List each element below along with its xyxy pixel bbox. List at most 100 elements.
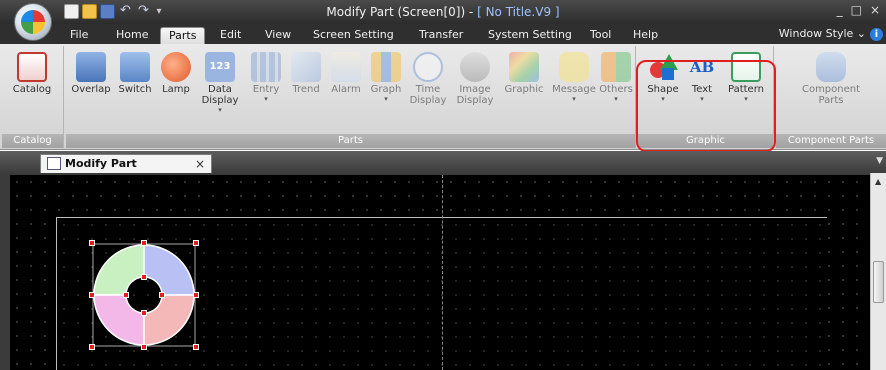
- lamp-button[interactable]: Lamp: [158, 48, 194, 95]
- message-button[interactable]: Message ▾: [550, 48, 598, 103]
- graph-arrow: ▾: [384, 95, 388, 103]
- inner-handle[interactable]: [159, 292, 165, 298]
- alarm-icon: [331, 52, 361, 82]
- catalog-icon: [17, 52, 47, 82]
- data-display-label: Data: [208, 84, 232, 95]
- alarm-button[interactable]: Alarm: [328, 48, 364, 95]
- tab-edit[interactable]: Edit: [212, 27, 249, 44]
- catalog-label: Catalog: [12, 84, 52, 95]
- maximize-button[interactable]: □: [851, 3, 862, 17]
- trend-label: Trend: [292, 84, 320, 95]
- lamp-label: Lamp: [162, 84, 190, 95]
- time-display-button[interactable]: Time Display: [406, 48, 450, 106]
- graphic-icon: [509, 52, 539, 82]
- tab-list-icon[interactable]: ▼: [876, 156, 883, 166]
- window-title-prefix: Modify Part (Screen[0]) -: [326, 5, 478, 19]
- tab-parts[interactable]: Parts: [160, 27, 206, 44]
- image-display-label: Image: [459, 84, 491, 95]
- window-title: Modify Part (Screen[0]) - [ No Title.V9 …: [0, 5, 886, 19]
- graph-button[interactable]: Graph ▾: [368, 48, 404, 103]
- window-controls: _ □ ×: [837, 3, 880, 17]
- others-button[interactable]: Others ▾: [598, 48, 634, 103]
- resize-handle[interactable]: [193, 240, 199, 246]
- vertical-scrollbar[interactable]: ▲: [870, 173, 886, 370]
- resize-handle[interactable]: [193, 292, 199, 298]
- trend-icon: [291, 52, 321, 82]
- others-label: Others: [599, 84, 633, 95]
- data-display-button[interactable]: 123 Data Display ▾: [196, 48, 244, 114]
- document-tab[interactable]: Modify Part (Screen[0]) ×: [40, 154, 212, 188]
- graph-label: Graph: [370, 84, 402, 95]
- scroll-thumb[interactable]: [873, 261, 884, 303]
- minimize-button[interactable]: _: [837, 3, 843, 17]
- scroll-up-icon[interactable]: ▲: [875, 177, 881, 186]
- others-icon: [601, 52, 631, 82]
- resize-handle[interactable]: [141, 344, 147, 350]
- application-menu-button[interactable]: [14, 3, 52, 41]
- image-display-button[interactable]: Image Display: [452, 48, 498, 106]
- app-logo-icon: [21, 10, 45, 34]
- group-label-component-parts: Component Parts: [776, 134, 886, 148]
- tab-tool[interactable]: Tool: [582, 27, 619, 44]
- entry-icon: [251, 52, 281, 82]
- catalog-button[interactable]: Catalog: [2, 48, 62, 95]
- screen-editor-canvas[interactable]: [10, 175, 870, 370]
- donut-segment-bottom-left: [93, 294, 145, 346]
- graph-icon: [371, 52, 401, 82]
- help-icon[interactable]: i: [870, 28, 883, 41]
- graphic-group-highlight: [636, 60, 776, 152]
- entry-arrow: ▾: [264, 95, 268, 103]
- tab-system-setting[interactable]: System Setting: [480, 27, 580, 44]
- switch-label: Switch: [118, 84, 152, 95]
- window-style-menu[interactable]: Window Style ⌄: [779, 27, 866, 40]
- close-tab-icon[interactable]: ×: [195, 155, 205, 173]
- resize-handle[interactable]: [141, 240, 147, 246]
- resize-handle[interactable]: [89, 292, 95, 298]
- inner-handle[interactable]: [141, 310, 147, 316]
- donut-segment-top-left: [93, 244, 145, 296]
- tab-view[interactable]: View: [257, 27, 299, 44]
- screen-icon: [47, 157, 61, 170]
- close-button[interactable]: ×: [870, 3, 880, 17]
- center-guide-line: [442, 175, 443, 370]
- tab-screen-setting[interactable]: Screen Setting: [305, 27, 402, 44]
- ribbon-group-catalog: Catalog Catalog: [2, 46, 64, 148]
- graphic-button[interactable]: Graphic: [502, 48, 546, 95]
- document-tab-bar: Modify Part (Screen[0]) × ▼: [0, 151, 886, 188]
- time-display-sublabel: Display: [409, 95, 447, 106]
- inner-handle[interactable]: [141, 274, 147, 280]
- message-icon: [559, 52, 589, 82]
- donut-segment-bottom-right: [143, 294, 195, 346]
- ribbon-tab-row: File Home Parts Edit View Screen Setting…: [0, 24, 886, 44]
- tab-home[interactable]: Home: [108, 27, 156, 44]
- inner-handle[interactable]: [123, 292, 129, 298]
- ribbon-group-component-parts: Component Parts Component Parts: [776, 46, 886, 148]
- overlap-label: Overlap: [71, 84, 111, 95]
- resize-handle[interactable]: [89, 344, 95, 350]
- alarm-label: Alarm: [331, 84, 361, 95]
- tab-help[interactable]: Help: [625, 27, 666, 44]
- data-display-arrow: ▾: [218, 106, 222, 114]
- tab-file[interactable]: File: [62, 27, 96, 44]
- graphic-label: Graphic: [504, 84, 544, 95]
- switch-button[interactable]: Switch: [114, 48, 156, 95]
- trend-button[interactable]: Trend: [288, 48, 324, 95]
- time-display-label: Time: [415, 84, 441, 95]
- overlap-button[interactable]: Overlap: [70, 48, 112, 95]
- switch-icon: [120, 52, 150, 82]
- tab-transfer[interactable]: Transfer: [411, 27, 471, 44]
- lamp-icon: [161, 52, 191, 82]
- resize-handle[interactable]: [193, 344, 199, 350]
- group-label-catalog: Catalog: [2, 134, 63, 148]
- document-area: Modify Part (Screen[0]) × ▼: [0, 151, 886, 370]
- title-bar: ↶ ↷ ▾ Modify Part (Screen[0]) - [ No Tit…: [0, 0, 886, 24]
- group-label-parts: Parts: [66, 134, 635, 148]
- component-parts-button[interactable]: Component Parts: [794, 48, 868, 106]
- entry-button[interactable]: Entry ▾: [248, 48, 284, 103]
- image-display-sublabel: Display: [456, 95, 494, 106]
- donut-part[interactable]: [92, 243, 196, 347]
- resize-handle[interactable]: [89, 240, 95, 246]
- image-display-icon: [460, 52, 490, 82]
- data-display-sublabel: Display: [201, 95, 239, 106]
- message-arrow: ▾: [572, 95, 576, 103]
